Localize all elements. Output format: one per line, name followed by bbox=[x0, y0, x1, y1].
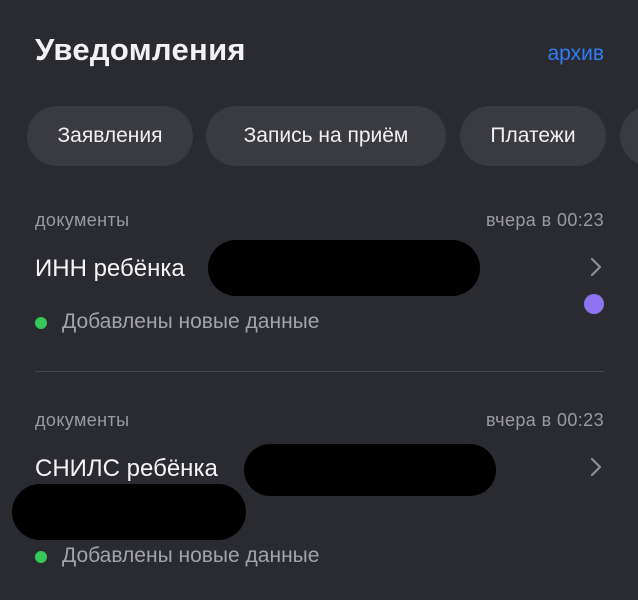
notification-status-text: Добавлены новые данные bbox=[62, 310, 320, 333]
notification-time: вчера в 00:23 bbox=[486, 210, 604, 230]
notification-category: документы bbox=[35, 410, 130, 430]
chevron-right-icon[interactable] bbox=[588, 456, 604, 478]
notification-category: документы bbox=[35, 210, 130, 230]
chevron-right-icon[interactable] bbox=[588, 256, 604, 278]
divider bbox=[35, 371, 604, 372]
notifications-screen: Уведомления архив Заявления Запись на пр… bbox=[0, 0, 638, 600]
notification-status-text: Добавлены новые данные bbox=[62, 544, 320, 567]
chip-applications[interactable]: Заявления bbox=[27, 106, 193, 166]
redaction-mark bbox=[208, 240, 480, 296]
redaction-mark bbox=[244, 444, 496, 496]
chip-payments[interactable]: Платежи bbox=[460, 106, 606, 166]
notification-time: вчера в 00:23 bbox=[486, 410, 604, 430]
status-dot-icon bbox=[35, 551, 47, 563]
chip-more-partial[interactable] bbox=[620, 106, 638, 166]
unread-indicator bbox=[584, 294, 604, 314]
chip-appointments[interactable]: Запись на приём bbox=[206, 106, 446, 166]
page-title: Уведомления bbox=[35, 32, 246, 67]
notification-title: ИНН ребёнка bbox=[35, 255, 185, 282]
redaction-mark bbox=[12, 484, 246, 540]
header: Уведомления архив bbox=[35, 30, 604, 74]
archive-link[interactable]: архив bbox=[547, 42, 604, 66]
notification-title: СНИЛС ребёнка bbox=[35, 455, 218, 482]
status-dot-icon bbox=[35, 317, 47, 329]
